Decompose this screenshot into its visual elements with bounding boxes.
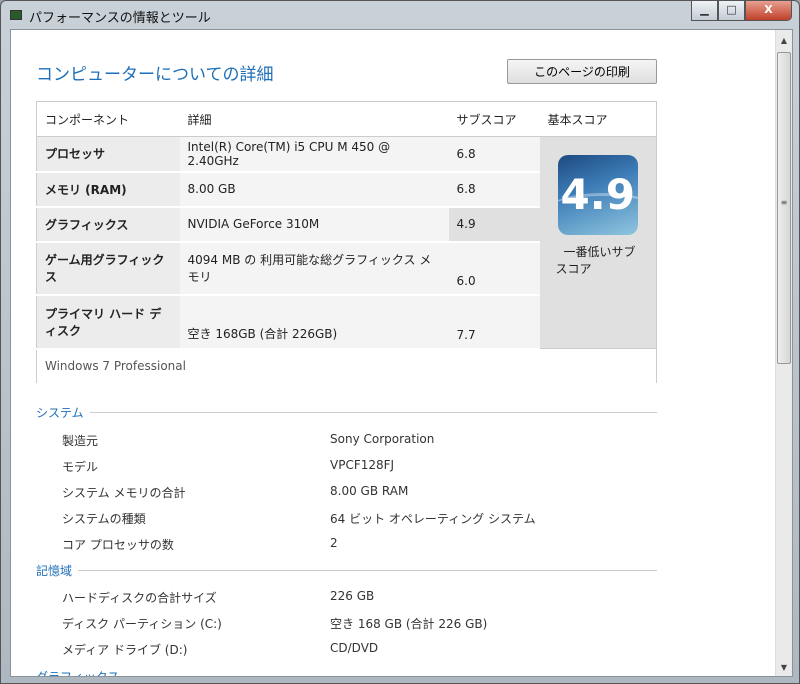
info-value: 226 GB	[330, 589, 375, 603]
os-edition: Windows 7 Professional	[36, 348, 657, 385]
component-detail: 8.00 GB	[179, 171, 449, 208]
info-label: システムの種類	[62, 512, 146, 526]
info-value: 2	[330, 536, 338, 550]
content-area: コンピューターについての詳細 このページの印刷 コンポーネント 詳細 サブスコア…	[10, 29, 793, 677]
info-label: ハードディスクの合計サイズ	[62, 591, 217, 605]
section-system: システム	[36, 404, 657, 421]
section-title: システム	[36, 406, 84, 420]
info-label: システム メモリの合計	[62, 486, 186, 500]
minimize-button[interactable]: ▁	[691, 1, 718, 21]
vertical-scrollbar[interactable]: ▲ ≡ ▼	[775, 30, 792, 676]
header-base-score: 基本スコア	[539, 101, 657, 137]
info-value: CD/DVD	[330, 641, 379, 655]
divider	[78, 570, 657, 571]
info-label: メディア ドライブ (D:)	[62, 643, 188, 657]
info-value: 空き 168 GB (合計 226 GB)	[330, 617, 488, 631]
scrollbar-thumb[interactable]: ≡	[777, 52, 791, 364]
base-score-badge: 4.9	[557, 155, 638, 235]
info-label: モデル	[62, 460, 99, 474]
page-title: コンピューターについての詳細	[36, 65, 274, 85]
info-value: Sony Corporation	[330, 432, 435, 446]
section-graphics: グラフィックス	[36, 668, 657, 677]
info-label: コア プロセッサの数	[62, 538, 174, 552]
subscore: 7.7	[448, 294, 540, 350]
divider	[125, 676, 657, 677]
component-detail: 4094 MB の 利用可能な総グラフィックス メモリ	[179, 241, 449, 296]
header-detail: 詳細	[179, 101, 449, 137]
maximize-button[interactable]: □	[718, 1, 745, 21]
info-value: 64 ビット オペレーティング システム	[330, 512, 536, 526]
info-value: 8.00 GB RAM	[330, 484, 409, 498]
component-detail: NVIDIA GeForce 310M	[179, 206, 449, 243]
base-score-caption: 一番低いサブスコア	[555, 245, 636, 276]
table-footer: Windows 7 Professional	[36, 348, 657, 385]
subscore: 6.8	[448, 171, 540, 208]
close-button[interactable]: X	[745, 1, 792, 21]
component-name: ゲーム用グラフィックス	[36, 241, 180, 296]
component-name: プライマリ ハード ディスク	[36, 294, 180, 350]
section-storage: 記憶域	[36, 562, 657, 579]
scroll-up-arrow-icon[interactable]: ▲	[776, 36, 792, 45]
subscore-lowest: 4.9	[448, 206, 540, 243]
section-title: 記憶域	[36, 564, 73, 578]
subscore: 6.8	[448, 136, 540, 173]
header-component: コンポーネント	[36, 101, 180, 137]
print-page-button[interactable]: このページの印刷	[507, 59, 657, 84]
table-row: プロセッサ Intel(R) Core(TM) i5 CPU M 450 @ 2…	[36, 136, 657, 349]
section-title: グラフィックス	[36, 670, 120, 677]
divider	[89, 412, 657, 413]
header-subscore: サブスコア	[448, 101, 540, 137]
info-label: 製造元	[62, 434, 99, 448]
info-label: ディスク パーティション (C:)	[62, 617, 222, 631]
table-header: コンポーネント 詳細 サブスコア 基本スコア	[36, 101, 657, 137]
base-score-cell: 4.9 一番低いサブスコア	[539, 136, 657, 349]
subscore: 6.0	[448, 241, 540, 296]
component-detail: 空き 168GB (合計 226GB)	[179, 294, 449, 350]
window: パフォーマンスの情報とツール ▁ □ X コンピューターについての詳細 このペー…	[0, 0, 800, 684]
component-name: グラフィックス	[36, 206, 180, 243]
info-value: VPCF128FJ	[330, 458, 395, 472]
component-name: メモリ (RAM)	[36, 171, 180, 208]
component-detail: Intel(R) Core(TM) i5 CPU M 450 @ 2.40GHz	[179, 136, 449, 173]
scroll-down-arrow-icon[interactable]: ▼	[776, 663, 792, 672]
window-title: パフォーマンスの情報とツール	[29, 11, 211, 26]
score-table: コンポーネント 詳細 サブスコア 基本スコア プロセッサ Intel(R) Co…	[36, 101, 657, 385]
app-icon	[10, 10, 22, 20]
component-name: プロセッサ	[36, 136, 180, 173]
